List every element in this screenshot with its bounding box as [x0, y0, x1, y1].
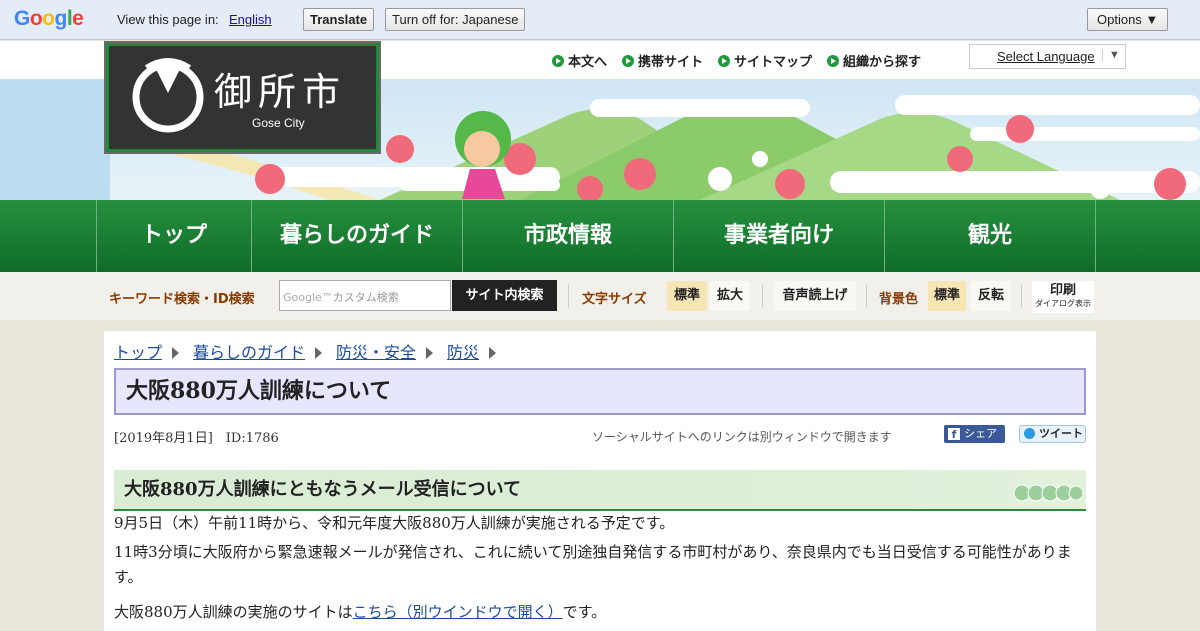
arrow-circle-icon: [718, 54, 731, 67]
bg-standard-button[interactable]: 標準: [928, 281, 966, 311]
nav-living-guide[interactable]: 暮らしのガイド: [252, 200, 463, 272]
facebook-share-button[interactable]: f シェア: [944, 425, 1005, 443]
print-button[interactable]: 印刷 ダイアログ表示: [1032, 281, 1094, 313]
breadcrumb-living-guide[interactable]: 暮らしのガイド: [193, 339, 305, 363]
decorative-pattern-icon: [1013, 484, 1082, 502]
paragraph-2: 11時3分頃に大阪府から緊急速報メールが発信され、これに続いて別途独自発信する市…: [114, 543, 1072, 586]
divider: [1021, 284, 1022, 308]
nav-city-info[interactable]: 市政情報: [463, 200, 674, 272]
tools-bar: キーワード検索・ID検索 Google™カスタム検索 サイト内検索 文字サイズ …: [0, 272, 1200, 320]
google-logo-letter: G: [14, 7, 30, 30]
font-large-button[interactable]: 拡大: [710, 281, 750, 311]
google-mark: Google™: [283, 291, 333, 304]
main-nav: トップ 暮らしのガイド 市政情報 事業者向け 観光: [0, 200, 1200, 272]
google-logo-letter: o: [29, 7, 43, 30]
google-logo-letter: o: [42, 7, 55, 30]
print-label: 印刷: [1049, 283, 1076, 298]
social-note: ソーシャルサイトへのリンクは別ウィンドウで開きます: [592, 430, 892, 444]
gose-city-logo[interactable]: 御所市 Gose City: [104, 41, 381, 154]
link-main-content[interactable]: 本文へ: [552, 51, 607, 70]
arrow-circle-icon: [827, 54, 840, 67]
top-links: 本文へ 携帯サイト サイトマップ 組織から探す: [552, 51, 921, 70]
tweet-button[interactable]: ツイート: [1019, 425, 1086, 443]
keyword-search-label: キーワード検索・ID検索: [109, 292, 255, 307]
paragraph-3: 大阪880万人訓練の実施のサイトはこちら（別ウインドウで開く）です。: [114, 603, 607, 621]
divider: [568, 284, 569, 308]
link-organization[interactable]: 組織から探す: [827, 51, 921, 70]
arrow-circle-icon: [552, 54, 564, 67]
search-placeholder: カスタム検索: [332, 291, 399, 304]
google-logo-letter: g: [54, 7, 68, 30]
read-aloud-button[interactable]: 音声読上げ: [774, 281, 856, 311]
translate-button[interactable]: Translate: [303, 8, 375, 31]
google-logo: Google: [14, 7, 84, 31]
breadcrumb-disaster-safety[interactable]: 防災・安全: [336, 339, 416, 363]
section-heading: 大阪880万人訓練にともなうメール受信について: [114, 470, 1086, 511]
select-language-label: Select Language: [997, 49, 1095, 64]
link-mobile-site[interactable]: 携帯サイト: [622, 51, 703, 70]
link-sitemap[interactable]: サイトマップ: [718, 51, 812, 70]
twitter-icon: [1024, 428, 1035, 439]
dropdown-arrow-icon: ▼: [1102, 49, 1120, 61]
google-logo-letter: e: [72, 7, 84, 30]
main-content: トップ 暮らしのガイド 防災・安全 防災 大阪880万人訓練について [2019…: [104, 331, 1096, 631]
breadcrumb-arrow-icon: [315, 346, 323, 359]
background-color-label: 背景色: [879, 292, 919, 307]
arrow-circle-icon: [622, 54, 635, 67]
breadcrumb-arrow-icon: [172, 346, 180, 359]
facebook-icon: f: [948, 428, 960, 441]
nav-business[interactable]: 事業者向け: [674, 200, 885, 272]
breadcrumb-disaster-prevention[interactable]: 防災: [447, 339, 479, 363]
breadcrumb: トップ 暮らしのガイド 防災・安全 防災: [114, 339, 510, 363]
select-language-dropdown[interactable]: Select Language ▼: [969, 44, 1126, 69]
logo-subtitle: Gose City: [252, 116, 305, 130]
font-size-label: 文字サイズ: [582, 292, 647, 307]
divider: [866, 284, 867, 308]
site-search-button[interactable]: サイト内検索: [452, 280, 557, 311]
google-translate-bar: Google View this page in: English Transl…: [0, 0, 1200, 40]
options-button[interactable]: Options ▼: [1087, 8, 1169, 31]
divider: [762, 284, 763, 308]
breadcrumb-arrow-icon: [489, 346, 497, 359]
external-site-link[interactable]: こちら（別ウインドウで開く）: [353, 603, 563, 621]
page-title: 大阪880万人訓練について: [114, 368, 1086, 415]
turn-off-button[interactable]: Turn off for: Japanese: [385, 8, 526, 31]
bg-invert-button[interactable]: 反転: [971, 281, 1011, 311]
date-id: [2019年8月1日] ID:1786: [114, 431, 279, 446]
search-input[interactable]: Google™カスタム検索: [279, 280, 451, 311]
font-standard-button[interactable]: 標準: [667, 281, 707, 311]
view-page-label: View this page in:: [117, 12, 219, 27]
paragraph-1: 9月5日（木）午前11時から、令和元年度大阪880万人訓練が実施される予定です。: [114, 514, 675, 532]
nav-top[interactable]: トップ: [96, 200, 252, 272]
print-sub-label: ダイアログ表示: [1035, 299, 1091, 308]
language-link-english[interactable]: English: [229, 12, 272, 27]
breadcrumb-arrow-icon: [426, 346, 434, 359]
logo-title: 御所市: [214, 70, 347, 114]
nav-tourism[interactable]: 観光: [885, 200, 1096, 272]
breadcrumb-top[interactable]: トップ: [114, 339, 162, 363]
site-header: 御所市 Gose City 本文へ 携帯サイト サイトマップ 組織から探す Se…: [0, 41, 1200, 200]
